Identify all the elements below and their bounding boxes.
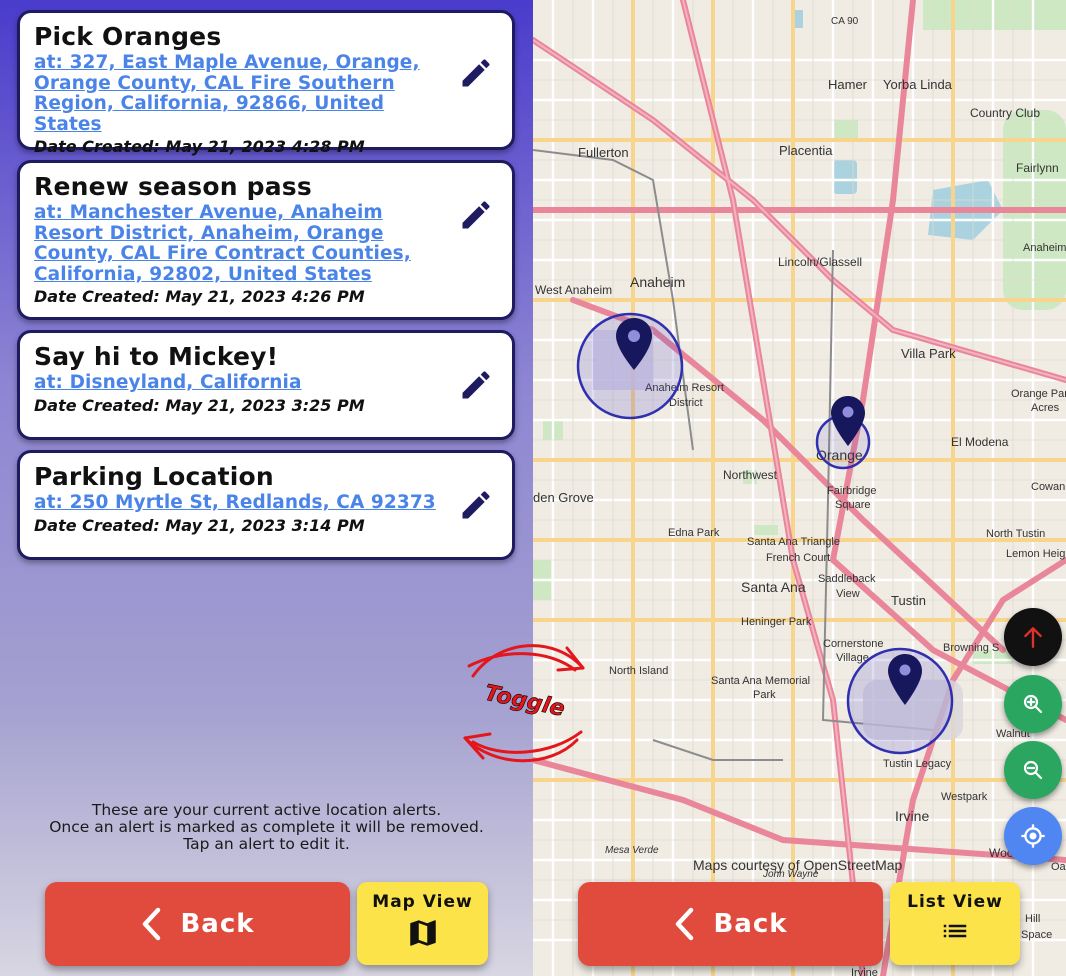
edit-pencil-icon[interactable] [458, 487, 498, 527]
map-label: Santa Ana [741, 579, 806, 595]
alert-date: Date Created: May 21, 2023 3:14 PM [34, 515, 365, 535]
alert-title: Say hi to Mickey! [34, 342, 279, 371]
map-label: Irvine [895, 808, 929, 824]
map-label: Villa Park [901, 346, 956, 361]
back-button[interactable]: Back [578, 882, 883, 966]
map-label: Placentia [779, 143, 833, 158]
map-label: Tustin Legacy [883, 758, 952, 770]
map-label: Square [835, 499, 870, 511]
toggle-label: Toggle [482, 681, 567, 722]
info-line: Tap an alert to edit it. [183, 835, 350, 853]
map-label: Hill [1025, 913, 1040, 925]
alert-address-link[interactable]: at: Manchester Avenue, Anaheim Resort Di… [34, 202, 442, 285]
list-view-button[interactable]: List View [890, 882, 1020, 965]
edit-pencil-icon[interactable] [458, 197, 498, 237]
info-line: Once an alert is marked as complete it w… [49, 818, 484, 836]
back-button[interactable]: Back [45, 882, 350, 966]
back-button-label: Back [180, 909, 255, 939]
map-canvas[interactable]: CA 90 Hamer Yorba Linda Country Club Ful… [533, 0, 1066, 976]
map-label: Mesa Verde [605, 845, 659, 856]
map-label: View [836, 588, 860, 600]
zoom-in-button[interactable] [1004, 675, 1062, 733]
alert-card[interactable]: Say hi to Mickey! at: Disneyland, Califo… [17, 330, 515, 440]
map-label: Tustin [891, 593, 926, 608]
compass-button[interactable] [1004, 608, 1062, 666]
map-label: Orange Park [1011, 388, 1066, 400]
map-label: District [669, 397, 703, 409]
map-label: Lemon Heig [1006, 548, 1065, 560]
map-label: Saddleback [818, 573, 876, 585]
alert-address-link[interactable]: at: 250 Myrtle St, Redlands, CA 92373 [34, 492, 442, 514]
map-label: Northwest [723, 468, 778, 482]
map-view-label: Map View [372, 892, 473, 912]
alert-date: Date Created: May 21, 2023 4:26 PM [34, 287, 365, 306]
alert-card[interactable]: Pick Oranges at: 327, East Maple Avenue,… [17, 10, 515, 156]
alert-title: Parking Location [34, 462, 274, 491]
map-label: CA 90 [831, 16, 859, 27]
map-view-screen: CA 90 Hamer Yorba Linda Country Club Ful… [533, 0, 1066, 976]
map-icon [409, 920, 436, 946]
map-label: Heninger Park [741, 616, 812, 628]
zoom-out-button[interactable] [1004, 741, 1062, 799]
geofence-marker[interactable] [576, 312, 684, 420]
alert-card[interactable]: Parking Location at: 250 Myrtle St, Redl… [17, 450, 515, 560]
map-label: den Grove [533, 490, 594, 505]
map-label: Fairlynn [1016, 161, 1059, 175]
map-view-button[interactable]: Map View [357, 882, 488, 965]
map-label: El Modena [951, 435, 1009, 449]
map-label: Yorba Linda [883, 77, 953, 92]
map-label: Oak [1051, 861, 1066, 873]
map-label: Cowan [1031, 481, 1065, 493]
info-line: These are your current active location a… [91, 801, 442, 819]
info-text: These are your current active location a… [0, 802, 533, 853]
list-view-screen: Pick Oranges at: 327, East Maple Avenue,… [0, 0, 533, 976]
alert-date: Date Created: May 21, 2023 4:28 PM [34, 137, 365, 156]
chevron-left-icon [676, 907, 694, 941]
map-label: Santa Ana Triangle [747, 536, 840, 548]
map-label: North Island [609, 665, 668, 677]
map-label: French Court [766, 552, 830, 564]
north-arrow-icon [1024, 627, 1042, 648]
zoom-out-icon [1023, 760, 1043, 780]
map-label: Lincoln/Glassell [778, 255, 862, 269]
map-label: Hamer [828, 77, 868, 92]
map-label: Anaheim [630, 274, 685, 290]
map-label: Fairbridge [827, 485, 877, 497]
geofence-marker[interactable] [846, 647, 954, 755]
alert-address-link[interactable]: at: 327, East Maple Avenue, Orange, Oran… [34, 52, 442, 135]
map-label: Irvine [851, 967, 878, 976]
back-button-label: Back [713, 909, 788, 939]
chevron-left-icon [143, 907, 161, 941]
list-icon [943, 924, 967, 938]
edit-pencil-icon[interactable] [458, 367, 498, 407]
edit-pencil-icon[interactable] [458, 55, 498, 95]
list-view-label: List View [907, 892, 1003, 912]
zoom-in-icon [1023, 694, 1043, 714]
alert-title: Pick Oranges [34, 22, 222, 51]
map-label: Fullerton [578, 145, 629, 160]
alert-date: Date Created: May 21, 2023 3:25 PM [34, 395, 365, 415]
map-label: Cornerstone [823, 638, 884, 650]
map-attribution: Maps courtesy of OpenStreetMap [693, 857, 903, 873]
alert-address-link[interactable]: at: Disneyland, California [34, 372, 442, 394]
map-label: Anaheim [1023, 242, 1066, 254]
map-label: Park [753, 689, 776, 701]
toggle-annotation: Toggle [463, 644, 585, 763]
my-location-button[interactable] [1004, 807, 1062, 865]
map-label: Country Club [970, 106, 1040, 120]
map-label: Browning S [943, 642, 999, 654]
map-label: Westpark [941, 791, 988, 803]
alert-title: Renew season pass [34, 172, 312, 201]
map-label: Acres [1031, 402, 1060, 414]
map-label: West Anaheim [535, 283, 612, 297]
map-label: North Tustin [986, 528, 1045, 540]
map-label: Santa Ana Memorial [711, 675, 810, 687]
map-label: Space [1021, 929, 1052, 941]
map-label: Edna Park [668, 527, 720, 539]
alert-card[interactable]: Renew season pass at: Manchester Avenue,… [17, 160, 515, 320]
crosshair-icon [1021, 824, 1045, 848]
